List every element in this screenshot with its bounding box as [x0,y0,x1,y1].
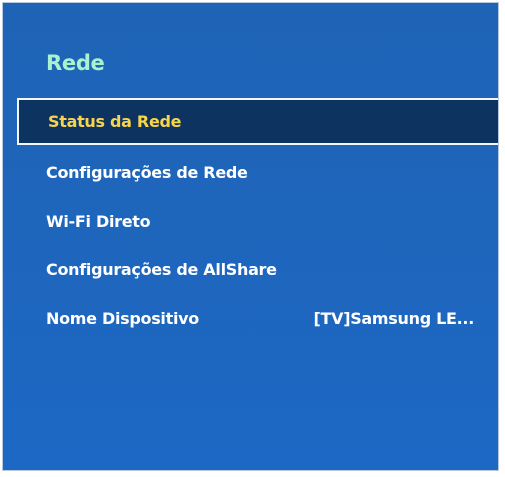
menu-item-wifi-direct[interactable]: Wi-Fi Direto [17,198,498,245]
menu-list: Status da Rede Configurações de Rede Wi-… [3,3,498,470]
menu-item-label: Configurações de AllShare [46,260,277,279]
menu-item-network-status[interactable]: Status da Rede [17,98,498,145]
menu-item-label: Configurações de Rede [46,163,248,182]
menu-item-label: Wi-Fi Direto [46,212,151,231]
menu-item-label: Status da Rede [48,112,182,131]
menu-item-label: Nome Dispositivo [46,309,199,328]
menu-item-network-settings[interactable]: Configurações de Rede [17,149,498,196]
network-menu-panel: Rede Status da Rede Configurações de Red… [2,2,499,471]
menu-item-allshare-settings[interactable]: Configurações de AllShare [17,246,498,293]
device-name-value: [TV]Samsung LE... [313,309,474,328]
menu-item-device-name[interactable]: Nome Dispositivo [TV]Samsung LE... [17,295,498,342]
